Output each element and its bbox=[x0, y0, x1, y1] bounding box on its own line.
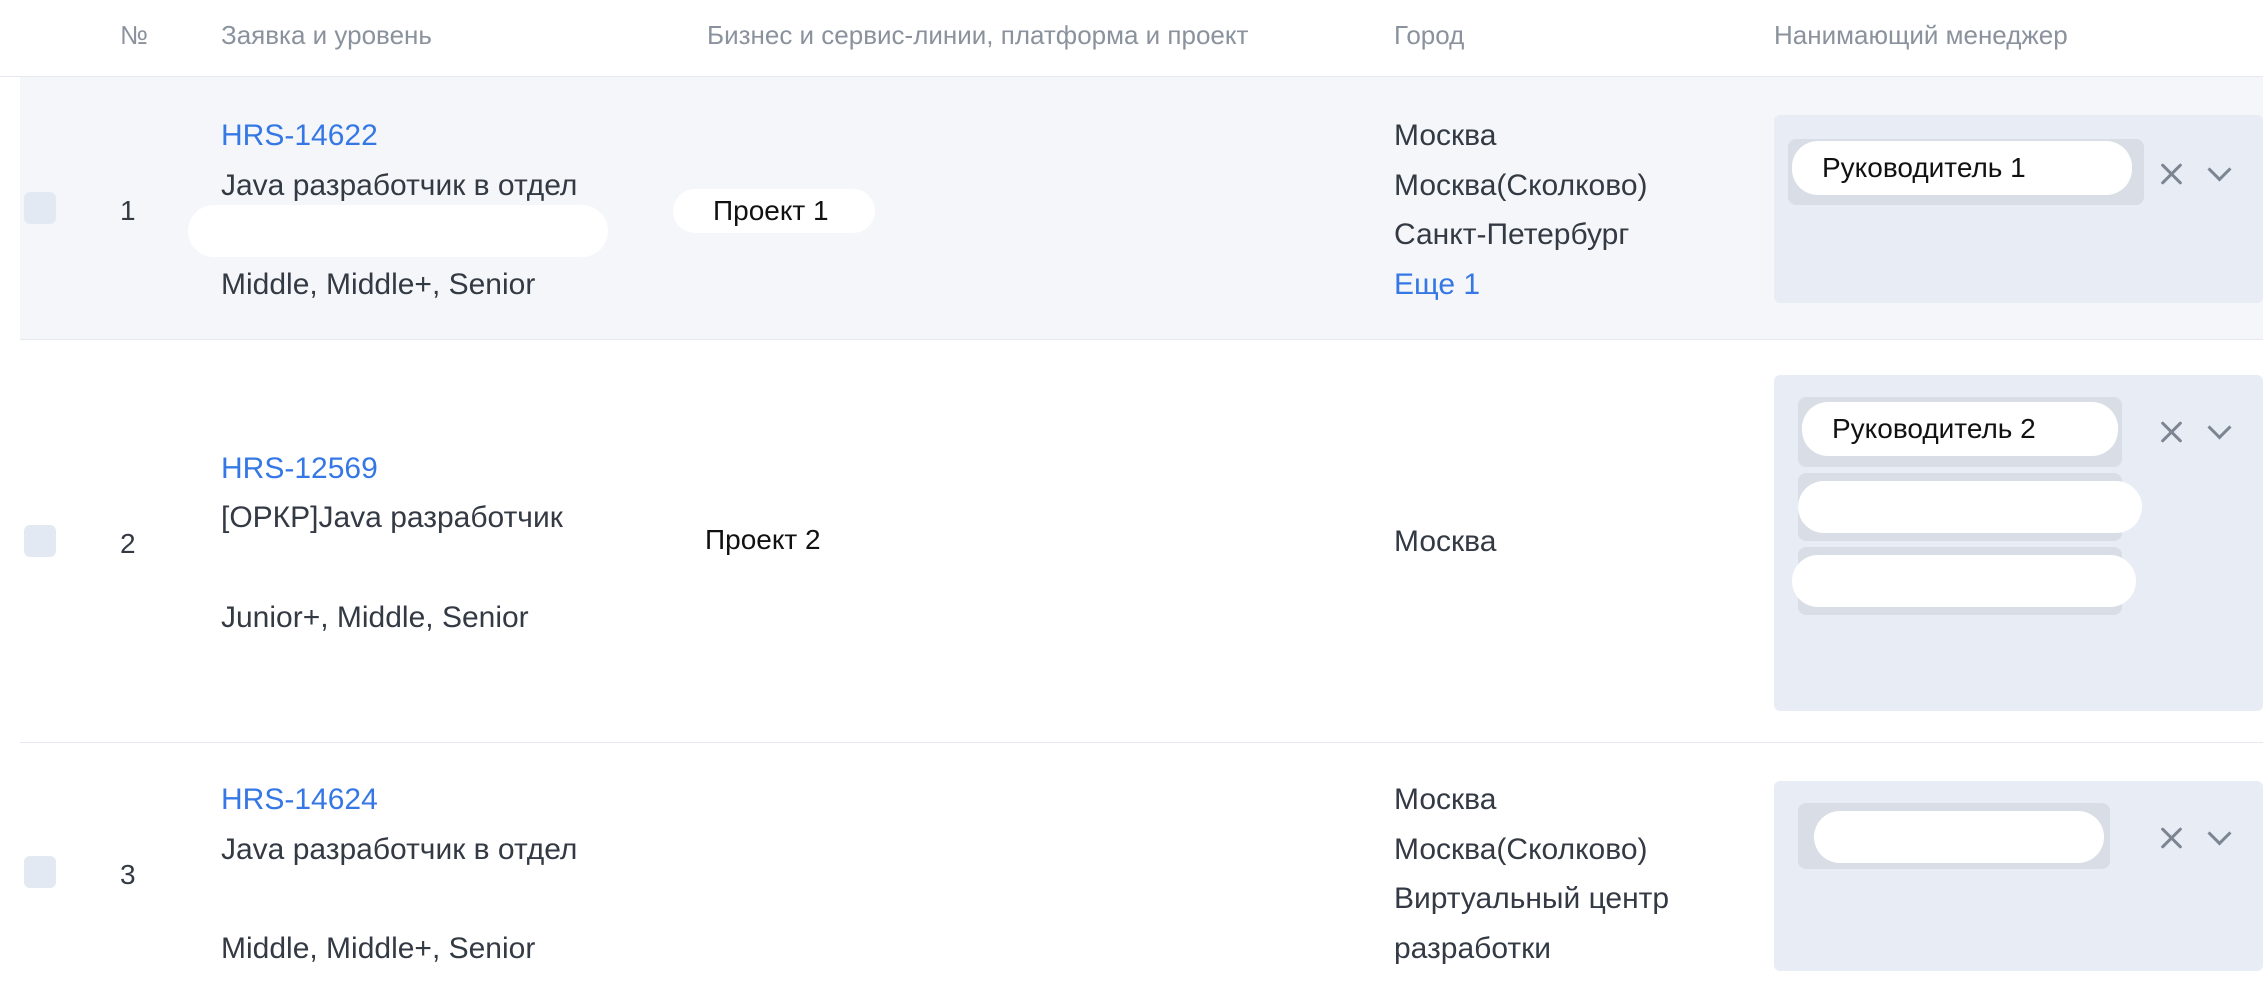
manager-select[interactable] bbox=[1774, 781, 2263, 971]
redacted-manager-chip[interactable] bbox=[1798, 481, 2142, 533]
column-header-num: № bbox=[120, 20, 148, 50]
city-item: Москва bbox=[1394, 525, 1497, 558]
city-item: Москва bbox=[1394, 119, 1497, 152]
row-number: 1 bbox=[120, 195, 136, 226]
manager-chip-container bbox=[1798, 473, 2142, 541]
close-icon[interactable] bbox=[2156, 159, 2186, 189]
chevron-down-icon[interactable] bbox=[2204, 417, 2234, 447]
manager-chip-container: Руководитель 1 bbox=[1788, 139, 2144, 205]
manager-chip[interactable]: Руководитель 2 bbox=[1802, 402, 2118, 456]
row-number: 2 bbox=[120, 528, 136, 559]
more-cities-link[interactable]: Еще 1 bbox=[1394, 260, 1480, 310]
manager-chip-container bbox=[1792, 547, 2136, 615]
row-number: 3 bbox=[120, 859, 136, 890]
request-link[interactable]: HRS-14624 bbox=[221, 775, 378, 825]
manager-chip-container: Руководитель 2 bbox=[1798, 397, 2122, 467]
request-title: Java разработчик в отдел bbox=[221, 169, 578, 202]
manager-chip[interactable]: Руководитель 1 bbox=[1792, 141, 2132, 195]
project-label: Проект 2 bbox=[705, 524, 821, 555]
manager-select[interactable]: Руководитель 1 bbox=[1774, 115, 2263, 303]
request-levels: Middle, Middle+, Senior bbox=[221, 268, 536, 301]
manager-chip-container bbox=[1798, 803, 2110, 869]
table-row[interactable]: 3 HRS-14624 Java разработчик в отдел Mid… bbox=[20, 743, 2263, 991]
request-title: [ОРКР]Java разработчик bbox=[221, 501, 563, 534]
row-checkbox[interactable] bbox=[24, 192, 56, 224]
city-item: Москва(Сколково) bbox=[1394, 833, 1648, 866]
close-icon[interactable] bbox=[2156, 417, 2186, 447]
redacted-field bbox=[188, 205, 608, 257]
request-link[interactable]: HRS-12569 bbox=[221, 444, 378, 494]
row-checkbox[interactable] bbox=[24, 856, 56, 888]
project-label: Проект 1 bbox=[673, 189, 875, 233]
manager-select[interactable]: Руководитель 2 bbox=[1774, 375, 2263, 711]
redacted-manager-chip[interactable] bbox=[1792, 555, 2136, 607]
city-item: Москва(Сколково) bbox=[1394, 169, 1648, 202]
close-icon[interactable] bbox=[2156, 823, 2186, 853]
column-header-request[interactable]: Заявка и уровень bbox=[221, 20, 432, 51]
city-item: Санкт-Петербург bbox=[1394, 218, 1630, 251]
table-row[interactable]: 1 HRS-14622 Java разработчик в отдел Mid… bbox=[20, 77, 2263, 340]
chevron-down-icon[interactable] bbox=[2204, 159, 2234, 189]
column-header-manager[interactable]: Нанимающий менеджер bbox=[1774, 20, 2068, 51]
request-levels: Middle, Middle+, Senior bbox=[221, 932, 536, 965]
request-link[interactable]: HRS-14622 bbox=[221, 111, 378, 161]
redacted-manager-chip[interactable] bbox=[1814, 811, 2104, 863]
column-header-city[interactable]: Город bbox=[1394, 20, 1464, 51]
column-header-business[interactable]: Бизнес и сервис-линии, платформа и проек… bbox=[707, 20, 1248, 51]
table-header: № Заявка и уровень Бизнес и сервис-линии… bbox=[0, 0, 2263, 77]
row-checkbox[interactable] bbox=[24, 525, 56, 557]
city-item: Москва bbox=[1394, 783, 1497, 816]
request-title: Java разработчик в отдел bbox=[221, 833, 578, 866]
city-item: Виртуальный центр bbox=[1394, 882, 1670, 915]
table-row[interactable]: 2 HRS-12569 [ОРКР]Java разработчик Junio… bbox=[20, 340, 2263, 743]
city-item: разработки bbox=[1394, 932, 1551, 965]
chevron-down-icon[interactable] bbox=[2204, 823, 2234, 853]
request-levels: Junior+, Middle, Senior bbox=[221, 601, 529, 634]
